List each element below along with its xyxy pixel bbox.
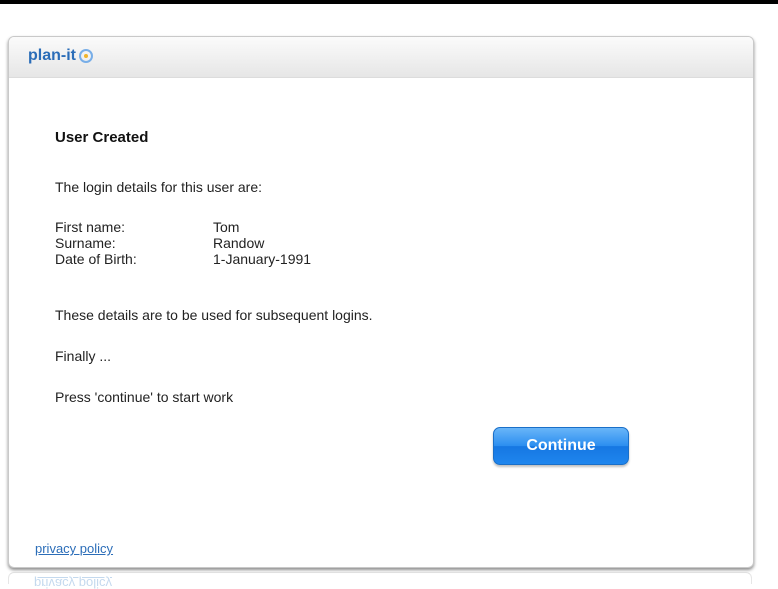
- target-circle-icon: [79, 49, 93, 63]
- detail-row-surname: Surname: Randow: [55, 235, 311, 251]
- continue-button[interactable]: Continue: [493, 427, 629, 465]
- detail-row-date-of-birth: Date of Birth: 1-January-1991: [55, 251, 311, 267]
- first-name-label: First name:: [55, 219, 126, 235]
- reflection-edge: [8, 572, 752, 584]
- logo-text: plan-it: [28, 47, 76, 64]
- login-details: First name: Tom Surname: Randow Date of …: [55, 219, 311, 267]
- panel-reflection: privacy policy: [8, 572, 752, 589]
- first-name-value: Tom: [213, 219, 240, 235]
- detail-row-first-name: First name: Tom: [55, 219, 311, 235]
- instruction-text: Press 'continue' to start work: [55, 389, 234, 405]
- surname-label: Surname:: [55, 235, 116, 251]
- date-of-birth-label: Date of Birth:: [55, 251, 137, 267]
- panel-header: plan-it: [9, 37, 753, 78]
- page-title: User Created: [55, 129, 149, 146]
- privacy-policy-link[interactable]: privacy policy: [35, 541, 113, 556]
- plan-it-logo: plan-it: [28, 47, 93, 65]
- intro-text: The login details for this user are:: [55, 179, 262, 195]
- subsequent-logins-note: These details are to be used for subsequ…: [55, 307, 373, 323]
- main-panel: plan-it User Created The login details f…: [8, 36, 754, 568]
- date-of-birth-value: 1-January-1991: [213, 251, 312, 267]
- privacy-policy-reflection: privacy policy: [34, 576, 113, 589]
- finally-text: Finally ...: [55, 348, 112, 364]
- top-border: [0, 0, 778, 4]
- surname-value: Randow: [213, 235, 265, 251]
